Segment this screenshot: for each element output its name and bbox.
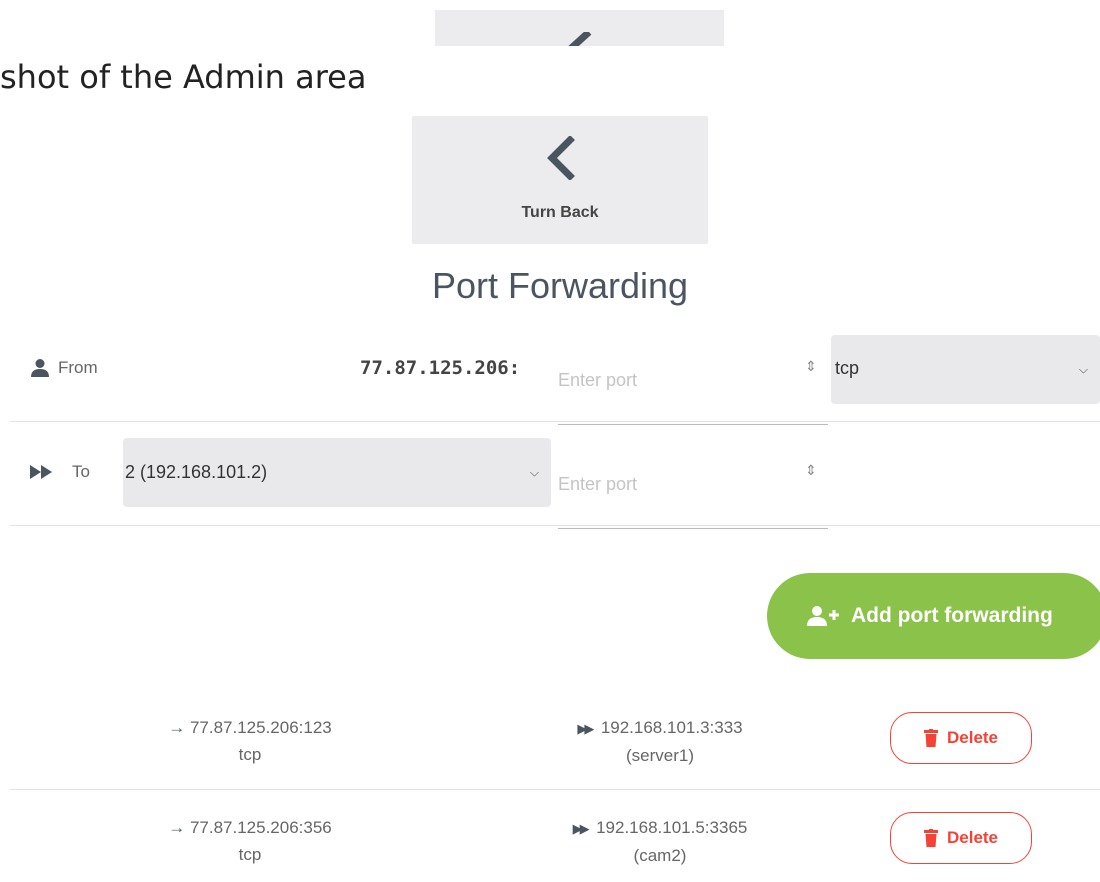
page-title: Port Forwarding [431, 265, 689, 306]
user-icon [31, 359, 49, 377]
trash-icon [923, 829, 938, 847]
chevron-left-icon [547, 136, 575, 180]
chevron-left-icon [568, 32, 592, 46]
to-port-spinner[interactable]: ⇕ [802, 464, 820, 484]
chevron-down-icon: ⌵ [1078, 362, 1088, 376]
from-user-icon-wrap [30, 358, 50, 382]
forward-protocol: tcp [238, 845, 262, 864]
from-port-input[interactable] [558, 356, 828, 425]
forward-name: (server1) [625, 746, 694, 765]
arrow-right-icon: → [168, 718, 186, 737]
delete-label: Delete [946, 728, 999, 747]
chevron-down-icon: ⌵ [529, 465, 539, 479]
forward-destination: ▶▶ 192.168.101.5:3365 (cam2) [530, 814, 790, 869]
trash-icon [923, 729, 938, 747]
forward-protocol: tcp [238, 745, 262, 764]
forward-destination: ▶▶ 192.168.101.3:333 (server1) [530, 714, 790, 769]
to-icon-wrap [30, 464, 54, 484]
add-port-forwarding-label: Add port forwarding [851, 604, 1053, 627]
fast-forward-icon: ▶▶ [572, 821, 590, 836]
to-port-input[interactable] [558, 460, 828, 529]
target-select-value: 2 (192.168.101.2) [125, 462, 268, 482]
divider [10, 525, 1100, 526]
delete-label: Delete [946, 828, 999, 847]
protocol-select[interactable]: tcp ⌵ [831, 335, 1100, 404]
user-plus-icon [807, 606, 839, 626]
from-label: From [58, 358, 98, 377]
delete-button[interactable]: Delete [890, 712, 1032, 764]
protocol-select-value: tcp [835, 358, 860, 378]
forward-source: → 77.87.125.206:356 tcp [120, 814, 380, 868]
forward-name: (cam2) [633, 846, 687, 865]
target-select[interactable]: 2 (192.168.101.2) ⌵ [123, 438, 551, 507]
from-ip-prefix: 77.87.125.206: [360, 357, 521, 379]
delete-button[interactable]: Delete [890, 812, 1032, 864]
arrow-right-icon: → [168, 818, 186, 837]
fast-forward-icon: ▶▶ [577, 721, 594, 736]
add-port-forwarding-button[interactable]: Add port forwarding [767, 573, 1100, 659]
divider [10, 421, 1100, 422]
forward-source: → 77.87.125.206:123 tcp [120, 714, 380, 768]
turn-back-label: Turn Back [521, 204, 599, 221]
turn-back-button[interactable]: Turn Back [412, 116, 708, 244]
caption-text: shot of the Admin area [0, 58, 367, 96]
back-button-top-cropped[interactable] [435, 10, 724, 46]
divider [10, 789, 1100, 790]
to-label: To [72, 462, 90, 481]
from-port-spinner[interactable]: ⇕ [802, 360, 820, 380]
fast-forward-icon [30, 465, 52, 479]
